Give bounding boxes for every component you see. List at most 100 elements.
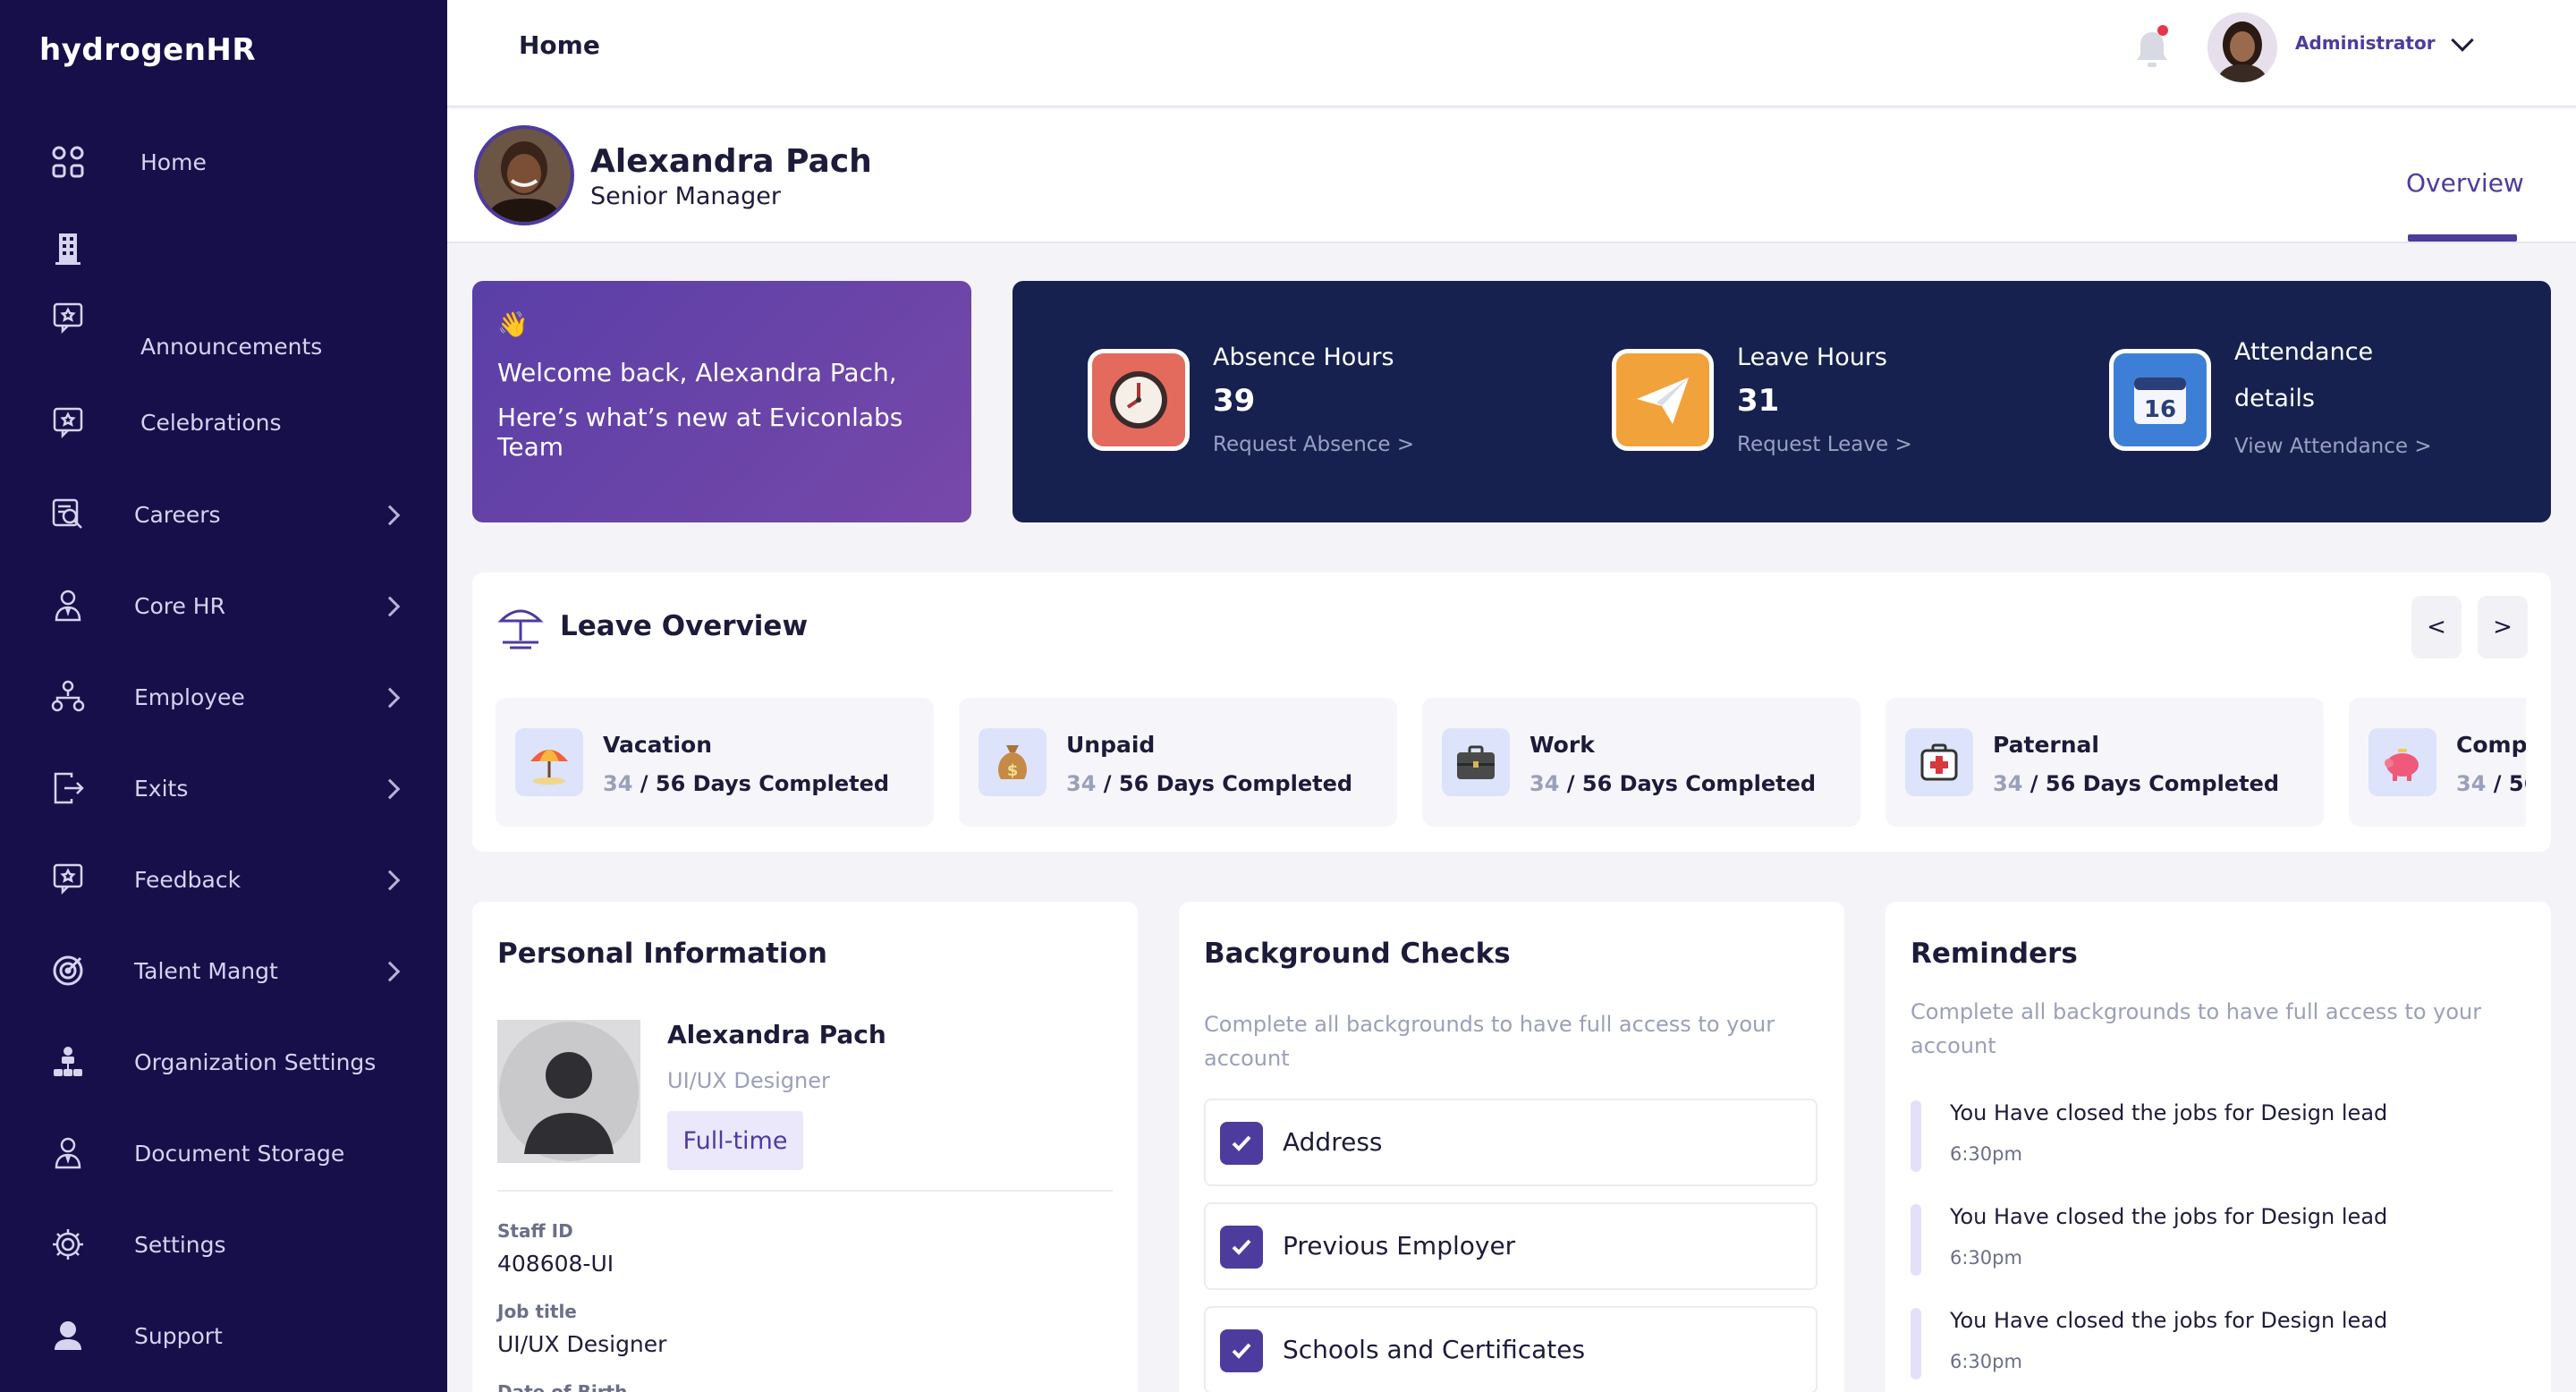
profile-role: Senior Manager [590,182,781,210]
leave-name: Unpaid [1066,732,1156,758]
divider [497,1190,1113,1192]
reminder-time: 6:30pm [1950,1247,2022,1269]
panel-title: Reminders [1911,938,2078,970]
sidebar-item-label: Celebrations [140,410,282,436]
sidebar-item-employee[interactable]: Employee [0,666,447,728]
welcome-line-2: Here’s what’s new at Eviconlabs Team [497,403,903,462]
chevron-right-icon [379,596,401,617]
job-title-value: UI/UX Designer [497,1331,667,1357]
check-label: Previous Employer [1283,1231,1516,1260]
chevron-right-icon [379,687,401,709]
sidebar-item-label: Home [140,149,207,175]
sidebar-item-core-hr[interactable]: Core HR [0,574,447,637]
leave-progress: 34 / 56 Days Completed [1066,771,1353,796]
prev-button[interactable]: < [2411,596,2462,658]
employment-type-badge: Full-time [667,1111,803,1170]
leave-card-work[interactable]: Work 34 / 56 Days Completed [1422,698,1860,827]
checkbox-checked-icon[interactable] [1220,1226,1263,1269]
sidebar-item-organization-settings[interactable]: Organization Settings [0,1031,447,1093]
sidebar-item-label: Talent Mangt [134,958,278,984]
personal-information-panel: Personal Information Alexandra Pach UI/U… [472,902,1138,1392]
section-title: Leave Overview [560,610,809,642]
check-label: Address [1283,1127,1383,1157]
leave-card-vacation[interactable]: Vacation 34 / 56 Days Completed [496,698,934,827]
leave-card-compassionate[interactable]: Compassionate 34 / 56 Days Completed [2349,698,2526,827]
profile-photo-placeholder [497,1020,640,1163]
calendar-date: 16 [2144,396,2176,423]
notification-dot [2157,25,2168,36]
leave-card-unpaid[interactable]: $ Unpaid 34 / 56 Days Completed [959,698,1397,827]
checkbox-checked-icon[interactable] [1220,1329,1263,1372]
check-schools-certificates[interactable]: Schools and Certificates [1204,1306,1818,1392]
sidebar-item-exits[interactable]: Exits [0,757,447,819]
leave-progress: 34 / 56 Days Completed [603,771,890,796]
svg-text:$: $ [1007,761,1019,780]
brand-logo[interactable]: hydrogenHR [39,32,256,68]
leave-name: Work [1530,732,1595,758]
building-icon [50,230,86,266]
sidebar-item-label: Document Storage [134,1141,345,1167]
chevron-right-icon [379,870,401,891]
sidebar-item-label: Careers [134,502,221,528]
reminder-indicator [1911,1100,1921,1172]
sidebar-item-label: Employee [134,684,245,710]
leave-card-paternal[interactable]: Paternal 34 / 56 Days Completed [1885,698,2324,827]
tab-overview[interactable]: Overview [2406,168,2524,198]
sidebar-item-talent-mangt[interactable]: Talent Mangt [0,939,447,1002]
chevron-right-icon [379,505,401,526]
background-checks-panel: Background Checks Complete all backgroun… [1179,902,1844,1392]
view-attendance-link[interactable]: View Attendance > [2234,435,2432,458]
beach-umbrella-icon [496,601,546,651]
employee-role: UI/UX Designer [667,1068,830,1093]
job-title-label: Job title [497,1301,577,1322]
clock-icon [1088,349,1190,451]
reminder-item[interactable]: You Have closed the jobs for Design lead… [1911,1100,2528,1172]
sidebar-item-label: Core HR [134,593,225,619]
chevron-right-icon [379,778,401,800]
sidebar-item-support[interactable]: Support [0,1304,447,1367]
avatar[interactable] [2207,13,2277,82]
stat-value: 31 [1737,383,1780,419]
sidebar-item-settings[interactable]: Settings [0,1213,447,1276]
sidebar-item-building[interactable] [0,216,447,279]
reminder-text: You Have closed the jobs for Design lead [1950,1204,2388,1229]
stat-title: Absence Hours [1213,344,1394,371]
check-address[interactable]: Address [1204,1099,1818,1186]
reminder-item[interactable]: You Have closed the jobs for Design lead… [1911,1204,2528,1276]
sidebar-item-celebrations[interactable]: Celebrations [0,392,447,454]
user-name[interactable]: Administrator [2295,32,2436,54]
welcome-card: 👋 Welcome back, Alexandra Pach, Here’s w… [472,281,971,522]
checkbox-checked-icon[interactable] [1220,1122,1263,1165]
grid-icon [50,144,86,180]
panel-subtitle: Complete all backgrounds to have full ac… [1204,1012,1775,1071]
gear-icon [50,1226,86,1262]
leave-progress: 34 / 56 Days Completed [1993,771,2280,796]
check-previous-employer[interactable]: Previous Employer [1204,1202,1818,1290]
paper-plane-icon [1612,349,1714,451]
sidebar: hydrogenHR Home Announcements Celebratio… [0,0,447,1392]
date-of-birth-label: Date of Birth [497,1381,628,1392]
waving-hand-icon: 👋 [497,310,529,339]
reminder-indicator [1911,1204,1921,1276]
sidebar-item-announcements[interactable]: Announcements [0,301,447,363]
panel-subtitle: Complete all backgrounds to have full ac… [1911,999,2482,1058]
next-button[interactable]: > [2478,596,2528,658]
support-icon [50,1318,86,1354]
chevron-down-icon[interactable] [2451,29,2474,52]
feedback-icon [50,862,86,897]
org-chart-icon [50,679,86,715]
reminders-panel: Reminders Complete all backgrounds to ha… [1885,902,2551,1392]
sidebar-item-careers[interactable]: Careers [0,483,447,546]
star-badge-icon [50,405,86,441]
reminder-text: You Have closed the jobs for Design lead [1950,1100,2388,1125]
request-absence-link[interactable]: Request Absence > [1213,433,1414,456]
sidebar-item-document-storage[interactable]: Document Storage [0,1122,447,1184]
request-leave-link[interactable]: Request Leave > [1737,433,1912,456]
sidebar-item-home[interactable]: Home [0,131,447,193]
stat-title: Leave Hours [1737,344,1887,371]
sidebar-item-label: Announcements [140,334,323,360]
reminder-item[interactable]: You Have closed the jobs for Design lead… [1911,1308,2528,1379]
sidebar-item-feedback[interactable]: Feedback [0,848,447,911]
reminder-time: 6:30pm [1950,1351,2022,1372]
stats-card: Absence Hours 39 Request Absence > Leave… [1013,281,2551,522]
